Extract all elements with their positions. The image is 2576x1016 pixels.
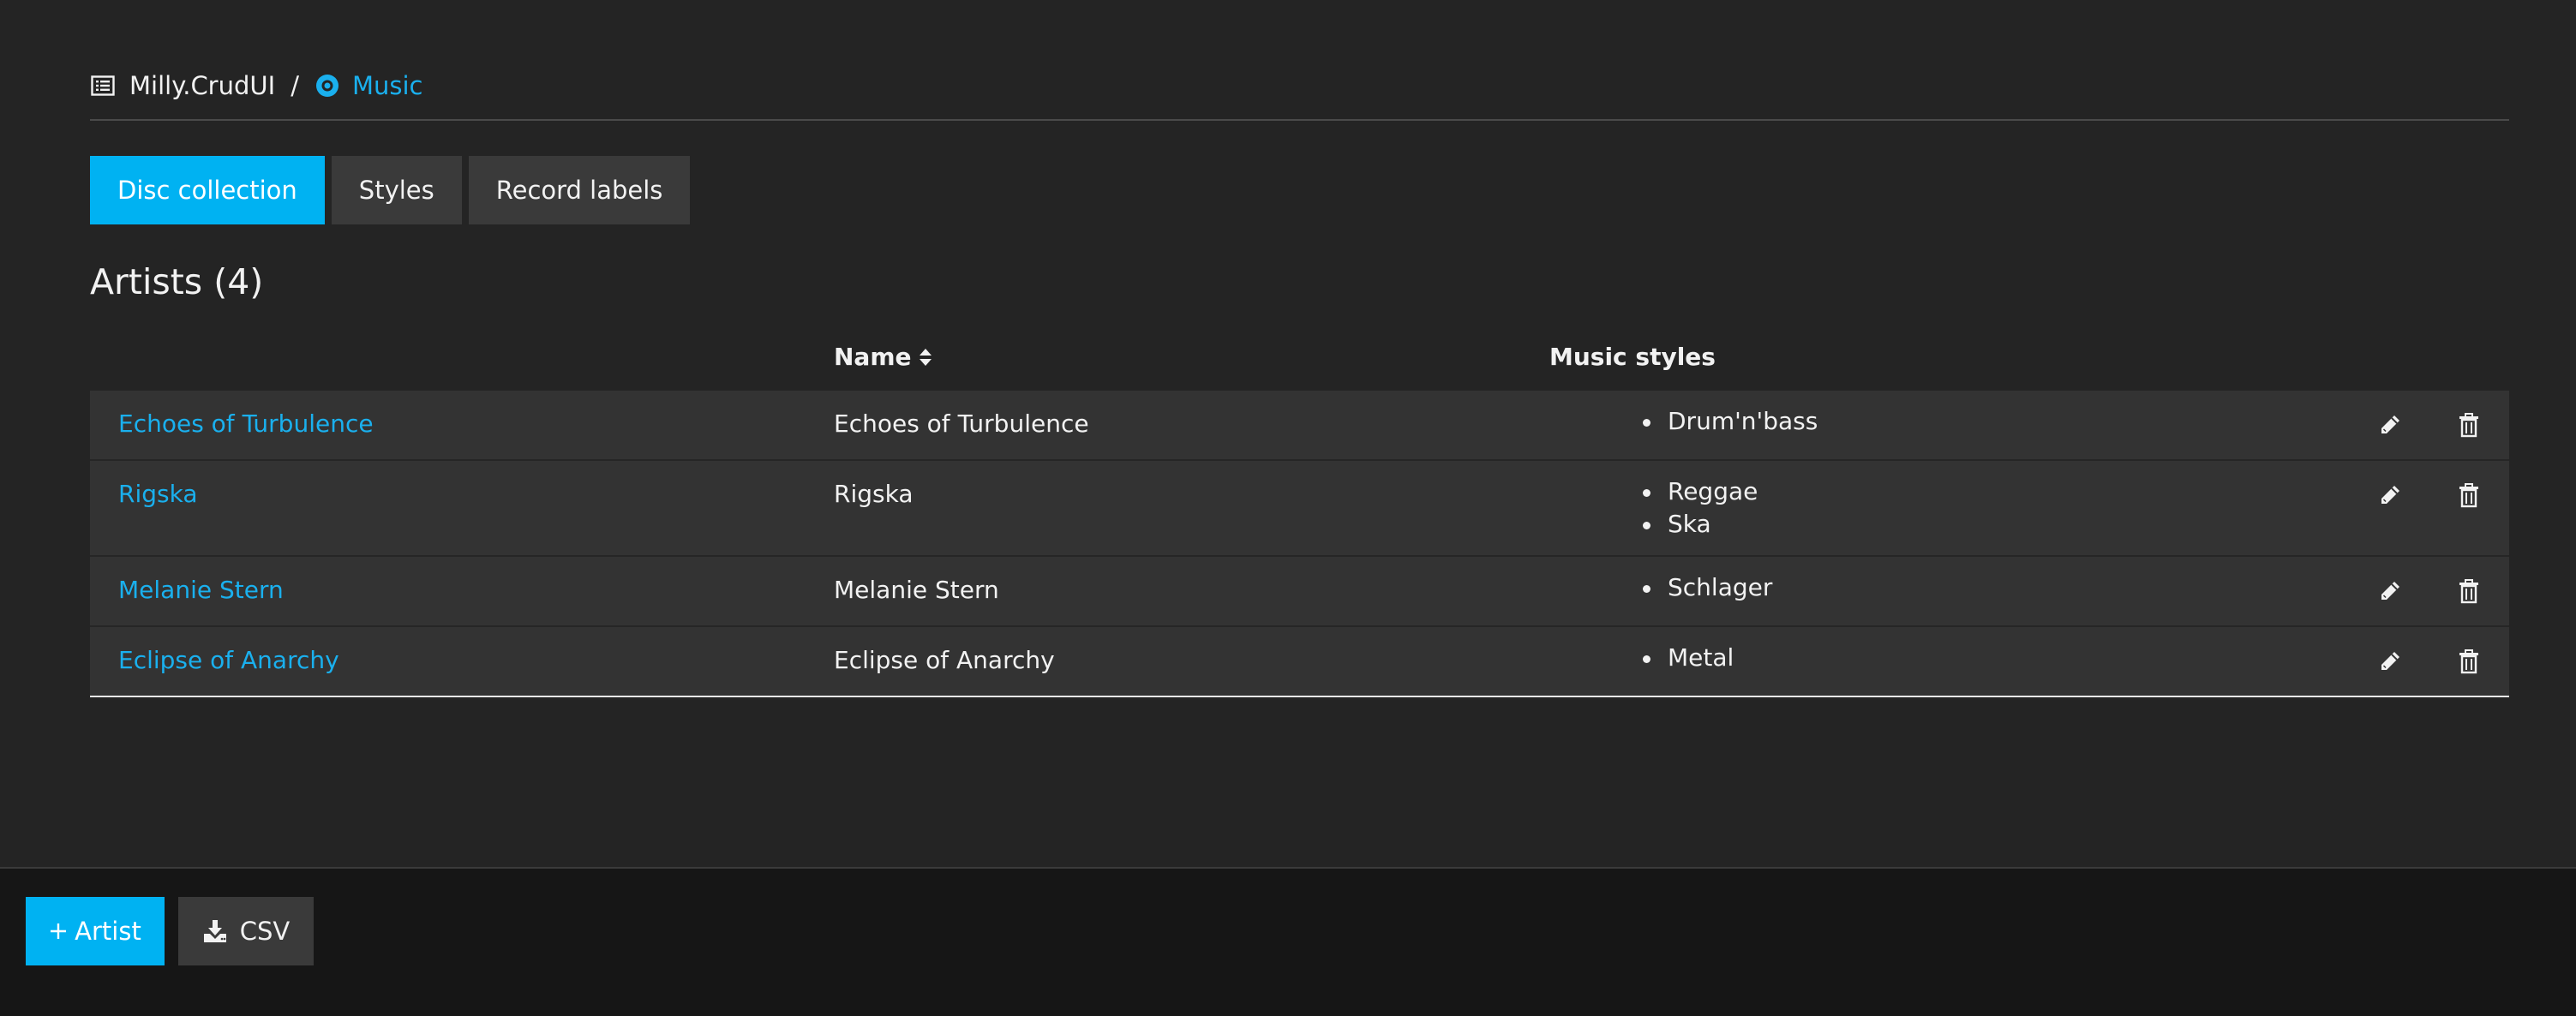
music-style-item: Schlager bbox=[1643, 571, 1772, 604]
music-styles-list: Drum'n'bass bbox=[1643, 405, 1818, 438]
music-style-item: Metal bbox=[1643, 642, 1734, 674]
artist-name: Eclipse of Anarchy bbox=[834, 646, 1055, 674]
tab-bar: Disc collection Styles Record labels bbox=[90, 156, 691, 224]
artist-name: Echoes of Turbulence bbox=[834, 409, 1089, 438]
disc-icon bbox=[315, 73, 340, 99]
add-artist-label: Artist bbox=[75, 917, 141, 946]
trash-icon bbox=[2459, 649, 2478, 674]
artist-link[interactable]: Echoes of Turbulence bbox=[118, 409, 374, 438]
pencil-icon bbox=[2381, 415, 2399, 433]
delete-button[interactable] bbox=[2455, 481, 2483, 509]
artist-table: Echoes of Turbulence Echoes of Turbulenc… bbox=[90, 391, 2509, 697]
artist-name: Melanie Stern bbox=[834, 576, 999, 604]
column-header-music-styles: Music styles bbox=[1549, 343, 1716, 371]
edit-button[interactable] bbox=[2376, 648, 2404, 675]
tab-styles[interactable]: Styles bbox=[331, 156, 462, 224]
music-styles-list: Metal bbox=[1643, 642, 1734, 674]
artist-link[interactable]: Melanie Stern bbox=[118, 576, 284, 604]
table-header: Name Music styles bbox=[90, 334, 2509, 377]
table-row: Rigska Rigska Reggae Ska bbox=[90, 461, 2509, 557]
download-icon bbox=[202, 918, 228, 944]
table-row: Melanie Stern Melanie Stern Schlager bbox=[90, 557, 2509, 627]
csv-export-button[interactable]: CSV bbox=[178, 897, 314, 965]
breadcrumb: Milly.CrudUI / Music bbox=[90, 63, 422, 108]
sort-icon[interactable] bbox=[919, 347, 932, 368]
table-row: Echoes of Turbulence Echoes of Turbulenc… bbox=[90, 391, 2509, 461]
music-styles-list: Reggae Ska bbox=[1643, 475, 1758, 541]
delete-button[interactable] bbox=[2455, 577, 2483, 605]
delete-button[interactable] bbox=[2455, 411, 2483, 439]
action-bar: Artist CSV bbox=[0, 867, 2576, 1016]
breadcrumb-current[interactable]: Music bbox=[352, 71, 423, 100]
add-artist-button[interactable]: Artist bbox=[26, 897, 165, 965]
list-icon bbox=[90, 73, 116, 99]
pencil-icon bbox=[2381, 652, 2399, 670]
breadcrumb-home-link[interactable]: Milly.CrudUI bbox=[129, 71, 275, 100]
artist-link[interactable]: Rigska bbox=[118, 480, 197, 508]
pencil-icon bbox=[2381, 486, 2399, 504]
delete-button[interactable] bbox=[2455, 648, 2483, 675]
breadcrumb-divider bbox=[90, 119, 2509, 121]
artist-link[interactable]: Eclipse of Anarchy bbox=[118, 646, 339, 674]
page-title: Artists (4) bbox=[90, 261, 264, 302]
plus-icon bbox=[49, 922, 68, 941]
csv-label: CSV bbox=[239, 917, 291, 946]
column-header-name-label: Name bbox=[834, 343, 912, 371]
table-row: Eclipse of Anarchy Eclipse of Anarchy Me… bbox=[90, 627, 2509, 696]
edit-button[interactable] bbox=[2376, 577, 2404, 605]
trash-icon bbox=[2459, 579, 2478, 604]
pencil-icon bbox=[2381, 582, 2399, 600]
tab-record-labels[interactable]: Record labels bbox=[468, 156, 691, 224]
breadcrumb-separator: / bbox=[291, 71, 299, 100]
music-style-item: Reggae bbox=[1643, 475, 1758, 508]
trash-icon bbox=[2459, 483, 2478, 508]
music-style-item: Ska bbox=[1643, 508, 1758, 541]
edit-button[interactable] bbox=[2376, 481, 2404, 509]
trash-icon bbox=[2459, 413, 2478, 438]
tab-disc-collection[interactable]: Disc collection bbox=[90, 156, 325, 224]
column-header-name[interactable]: Name bbox=[834, 343, 932, 371]
artist-name: Rigska bbox=[834, 480, 914, 508]
music-style-item: Drum'n'bass bbox=[1643, 405, 1818, 438]
music-styles-list: Schlager bbox=[1643, 571, 1772, 604]
edit-button[interactable] bbox=[2376, 411, 2404, 439]
